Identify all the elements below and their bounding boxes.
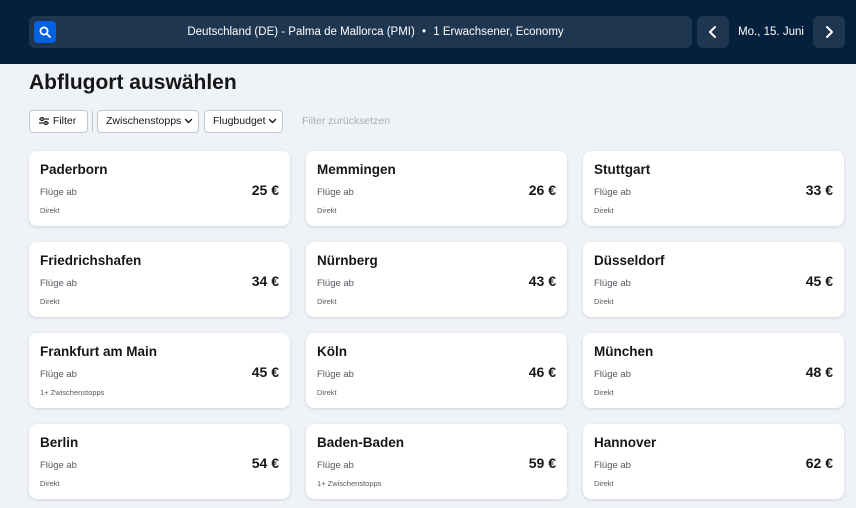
city-name: Baden-Baden xyxy=(317,435,405,450)
stops-info: Direkt xyxy=(594,297,614,306)
chevron-left-icon xyxy=(709,26,716,38)
stops-info: Direkt xyxy=(594,479,614,488)
result-card[interactable]: Berlin Flüge ab Direkt 54 € xyxy=(29,424,290,499)
stops-info: Direkt xyxy=(317,388,337,397)
result-card[interactable]: Memmingen Flüge ab Direkt 26 € xyxy=(306,151,567,226)
filter-divider xyxy=(92,111,93,132)
price: 25 € xyxy=(251,182,279,198)
result-card[interactable]: Paderborn Flüge ab Direkt 25 € xyxy=(29,151,290,226)
city-name: Friedrichshafen xyxy=(40,253,142,268)
reset-filters-link[interactable]: Filter zurücksetzen xyxy=(302,110,390,133)
flights-from-label: Flüge ab xyxy=(40,187,77,198)
stops-info: Direkt xyxy=(594,206,614,215)
price: 62 € xyxy=(805,455,833,471)
stops-info: Direkt xyxy=(317,297,337,306)
city-name: Berlin xyxy=(40,435,79,450)
city-name: Paderborn xyxy=(40,162,108,177)
filter-label: Filter xyxy=(52,115,77,127)
result-card[interactable]: München Flüge ab Direkt 48 € xyxy=(583,333,844,408)
chevron-right-icon xyxy=(826,26,833,38)
price: 45 € xyxy=(251,364,279,380)
result-card[interactable]: Friedrichshafen Flüge ab Direkt 34 € xyxy=(29,242,290,317)
page-title: Abflugort auswählen xyxy=(29,71,237,94)
flights-from-label: Flüge ab xyxy=(594,369,631,380)
top-bar: Deutschland (DE) - Palma de Mallorca (PM… xyxy=(0,0,856,64)
search-separator: • xyxy=(422,26,427,38)
flights-from-label: Flüge ab xyxy=(40,278,77,289)
city-name: Frankfurt am Main xyxy=(40,344,158,359)
city-name: Düsseldorf xyxy=(594,253,665,268)
flights-from-label: Flüge ab xyxy=(317,278,354,289)
previous-date-button[interactable] xyxy=(697,16,729,48)
stops-info: Direkt xyxy=(40,206,60,215)
stops-dropdown[interactable]: Zwischenstopps xyxy=(97,110,199,133)
flights-from-label: Flüge ab xyxy=(40,369,77,380)
search-summary-bar[interactable]: Deutschland (DE) - Palma de Mallorca (PM… xyxy=(29,16,692,48)
price: 33 € xyxy=(805,182,833,198)
price: 43 € xyxy=(528,273,556,289)
result-card[interactable]: Köln Flüge ab Direkt 46 € xyxy=(306,333,567,408)
stops-info: 1+ Zwischenstopps xyxy=(40,388,105,397)
search-summary-text: Deutschland (DE) - Palma de Mallorca (PM… xyxy=(69,16,682,48)
price: 34 € xyxy=(251,273,279,289)
flights-from-label: Flüge ab xyxy=(594,187,631,198)
price: 45 € xyxy=(805,273,833,289)
budget-label: Flugbudget xyxy=(213,115,266,127)
sliders-icon xyxy=(39,117,49,126)
filter-button[interactable]: Filter xyxy=(29,110,88,133)
flights-from-label: Flüge ab xyxy=(317,460,354,471)
price: 26 € xyxy=(528,182,556,198)
stops-label: Zwischenstopps xyxy=(106,115,182,127)
search-route: Deutschland (DE) - Palma de Mallorca (PM… xyxy=(187,26,415,38)
stops-info: Direkt xyxy=(40,479,60,488)
selected-date[interactable]: Mo., 15. Juni xyxy=(733,16,809,48)
result-card[interactable]: Düsseldorf Flüge ab Direkt 45 € xyxy=(583,242,844,317)
flights-from-label: Flüge ab xyxy=(40,460,77,471)
flights-from-label: Flüge ab xyxy=(594,278,631,289)
city-name: Nürnberg xyxy=(317,253,378,268)
search-button[interactable] xyxy=(34,21,56,43)
budget-dropdown[interactable]: Flugbudget xyxy=(204,110,283,133)
next-date-button[interactable] xyxy=(813,16,845,48)
stops-info: 1+ Zwischenstopps xyxy=(317,479,382,488)
chevron-down-icon xyxy=(269,119,277,124)
stops-info: Direkt xyxy=(594,388,614,397)
result-card[interactable]: Hannover Flüge ab Direkt 62 € xyxy=(583,424,844,499)
result-card[interactable]: Frankfurt am Main Flüge ab 1+ Zwischenst… xyxy=(29,333,290,408)
city-name: Hannover xyxy=(594,435,657,450)
city-name: München xyxy=(594,344,654,359)
stops-info: Direkt xyxy=(317,206,337,215)
price: 46 € xyxy=(528,364,556,380)
search-passengers: 1 Erwachsener, Economy xyxy=(433,26,564,38)
city-name: Köln xyxy=(317,344,347,359)
flights-from-label: Flüge ab xyxy=(317,187,354,198)
result-card[interactable]: Baden-Baden Flüge ab 1+ Zwischenstopps 5… xyxy=(306,424,567,499)
city-name: Memmingen xyxy=(317,162,396,177)
stops-info: Direkt xyxy=(40,297,60,306)
city-name: Stuttgart xyxy=(594,162,651,177)
chevron-down-icon xyxy=(185,119,193,124)
price: 59 € xyxy=(528,455,556,471)
result-card[interactable]: Nürnberg Flüge ab Direkt 43 € xyxy=(306,242,567,317)
flights-from-label: Flüge ab xyxy=(317,369,354,380)
flights-from-label: Flüge ab xyxy=(594,460,631,471)
price: 54 € xyxy=(251,455,279,471)
search-icon xyxy=(39,26,51,38)
result-card[interactable]: Stuttgart Flüge ab Direkt 33 € xyxy=(583,151,844,226)
price: 48 € xyxy=(805,364,833,380)
